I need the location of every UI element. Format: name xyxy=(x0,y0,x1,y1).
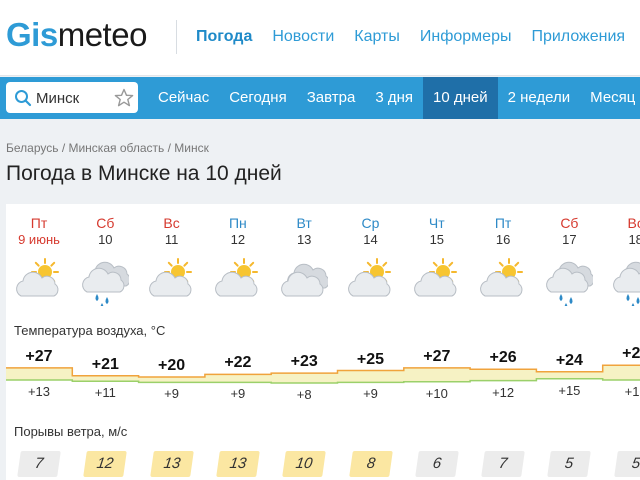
day-of-week: Сб xyxy=(560,215,579,231)
period-tab-5[interactable]: 2 недели xyxy=(498,77,581,119)
search-icon[interactable] xyxy=(14,89,32,107)
min-temperature: +10 xyxy=(425,385,448,401)
day-column[interactable]: Сб 10 xyxy=(72,214,138,248)
day-of-week: Вс xyxy=(163,215,180,231)
partly-cloudy-icon xyxy=(148,258,192,297)
max-temperature: +24 xyxy=(555,351,583,369)
day-date: 12 xyxy=(230,232,246,247)
day-column[interactable]: Пт 9 июнь xyxy=(6,214,72,248)
period-tab-3[interactable]: 3 дня xyxy=(365,77,423,119)
day-column[interactable]: Пн 12 xyxy=(205,214,271,248)
nav-item-2[interactable]: Карты xyxy=(354,28,400,46)
gust-label: Порывы ветра, м/с xyxy=(14,424,128,439)
nav-item-3[interactable]: Информеры xyxy=(420,28,512,46)
day-column[interactable]: Вс 11 xyxy=(139,214,205,248)
city-search-input[interactable] xyxy=(36,88,106,108)
site-header: Gismeteo Погода Новости Карты Информеры Прил… xyxy=(0,0,640,76)
day-date: 18 xyxy=(628,232,640,247)
city-search xyxy=(6,82,138,113)
day-date: 14 xyxy=(363,232,378,247)
gismeteo-logo[interactable]: Gismeteo xyxy=(6,15,147,55)
partly-cloudy-icon xyxy=(347,258,391,297)
main-nav: Погода Новости Карты Информеры Приложения xyxy=(196,28,625,46)
day-column[interactable]: Чт 15 xyxy=(404,214,470,248)
wind-gust-value: 7 xyxy=(17,451,61,477)
max-temperature: +25 xyxy=(356,350,385,368)
day-column[interactable]: Сб 17 xyxy=(536,214,602,248)
cloudy-rain-icon xyxy=(612,261,640,306)
wind-gust-value: 8 xyxy=(348,451,393,477)
day-date: 13 xyxy=(296,232,312,247)
min-temperature: +9 xyxy=(164,386,179,402)
partly-cloudy-icon xyxy=(214,258,258,297)
day-date: 10 xyxy=(98,232,113,247)
day-of-week: Вт xyxy=(296,215,312,231)
cloudy-rain-icon xyxy=(82,261,130,306)
min-temperature: +11 xyxy=(94,385,116,401)
period-tab-4[interactable]: 10 дней xyxy=(423,77,498,119)
nav-item-0[interactable]: Погода xyxy=(196,28,252,46)
temperature-label: Температура воздуха, °C xyxy=(14,323,166,338)
min-temperature: +13 xyxy=(624,384,640,399)
max-temperature: +27 xyxy=(423,347,451,365)
nav-item-4[interactable]: Приложения xyxy=(531,28,625,46)
period-tab-1[interactable]: Сегодня xyxy=(219,77,297,119)
day-date: 15 xyxy=(429,232,445,247)
day-of-week: Ср xyxy=(361,215,380,231)
wind-gust-value: 13 xyxy=(216,451,260,477)
partly-cloudy-icon xyxy=(413,258,457,297)
period-tab-6[interactable]: Месяц xyxy=(580,77,640,119)
day-date: 9 июнь xyxy=(18,232,60,247)
wind-gust-value: 5 xyxy=(613,451,640,477)
max-temperature: +20 xyxy=(158,357,186,374)
nav-item-1[interactable]: Новости xyxy=(272,28,334,46)
day-date: 17 xyxy=(562,232,577,247)
wind-gust-value: 5 xyxy=(547,451,592,477)
wind-gust-value: 7 xyxy=(481,451,525,477)
wind-gust-value: 6 xyxy=(414,451,459,477)
day-column[interactable]: Вс18 xyxy=(603,214,640,248)
day-of-week: Чт xyxy=(428,215,445,231)
day-date: 16 xyxy=(495,232,511,247)
logo-gis: Gis xyxy=(6,16,58,53)
min-temperature: +8 xyxy=(296,387,312,402)
day-of-week: Пн xyxy=(228,215,247,231)
day-column[interactable]: Вт 13 xyxy=(271,214,337,248)
min-temperature: +9 xyxy=(363,386,378,402)
min-temperature: +12 xyxy=(492,384,515,400)
max-temperature: +23 xyxy=(290,353,318,371)
partly-cloudy-icon xyxy=(480,258,524,297)
day-column[interactable]: Ср 14 xyxy=(338,214,404,248)
min-temperature: +15 xyxy=(558,382,581,398)
logo-divider xyxy=(176,20,177,54)
logo-meteo: meteo xyxy=(57,16,148,53)
max-temperature: +22 xyxy=(224,354,252,372)
cloudy-rain-icon xyxy=(546,261,594,306)
forecast-panel: Температура воздуха, °C Порывы ветра, м/… xyxy=(6,204,640,480)
page-title: Погода в Минске на 10 дней xyxy=(6,162,282,185)
max-temperature: +21 xyxy=(91,355,119,373)
breadcrumb: Беларусь / Минская область / Минск xyxy=(6,141,209,155)
wind-gust-value: 13 xyxy=(149,451,194,477)
day-of-week: Пт xyxy=(30,215,48,231)
max-temperature: +27 xyxy=(25,347,53,365)
period-tabs: Сейчас Сегодня Завтра 3 дня 10 дней 2 недели М… xyxy=(148,77,640,119)
min-temperature: +13 xyxy=(27,384,51,399)
wind-gust-value: 10 xyxy=(282,451,327,477)
day-date: 11 xyxy=(164,232,179,247)
day-of-week: Вс xyxy=(627,215,640,231)
min-temperature: +9 xyxy=(230,386,246,402)
max-temperature: +29 xyxy=(622,345,640,363)
period-tab-0[interactable]: Сейчас xyxy=(148,77,219,119)
day-column[interactable]: Пт 16 xyxy=(470,214,536,248)
max-temperature: +26 xyxy=(489,349,517,367)
partly-cloudy-icon xyxy=(16,258,59,297)
day-of-week: Пт xyxy=(494,215,512,231)
period-bar: СейчасСегодняЗавтра3 дня10 дней2 неделиМ… xyxy=(0,77,640,119)
day-of-week: Сб xyxy=(96,215,115,231)
cloudy-icon xyxy=(281,263,329,297)
star-icon[interactable] xyxy=(114,88,134,108)
period-tab-2[interactable]: Завтра xyxy=(297,77,366,119)
wind-gust-value: 12 xyxy=(83,451,128,477)
